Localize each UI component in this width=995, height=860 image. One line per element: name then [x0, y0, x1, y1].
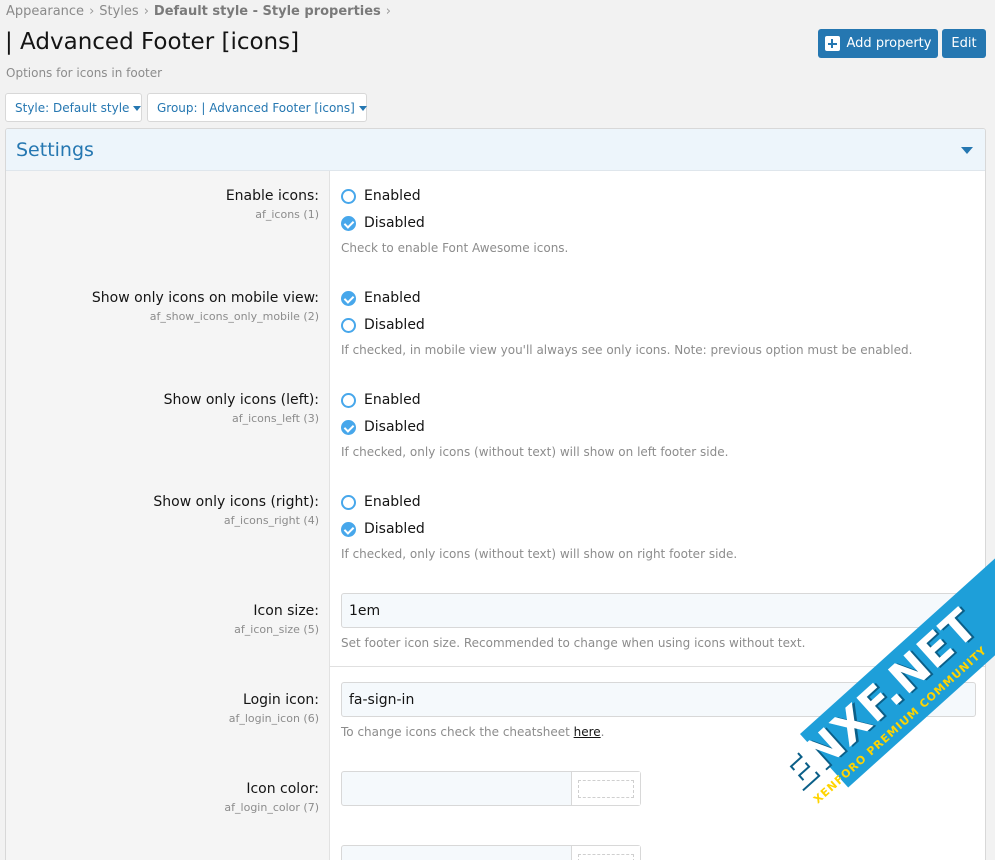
radio-label: Disabled	[364, 521, 425, 537]
breadcrumb-separator: ›	[385, 4, 391, 19]
radio-unchecked-icon	[341, 317, 356, 333]
property-explain: To change icons check the cheatsheet her…	[341, 725, 605, 739]
property-hint: af_icons_left (3)	[231, 412, 319, 425]
add-property-button[interactable]: Add property	[818, 29, 938, 58]
style-filter-label: Style: Default style	[15, 100, 130, 115]
page-description: Options for icons in footer	[6, 66, 163, 80]
radio-label: Enabled	[364, 392, 421, 408]
property-label-enable-icons: Enable icons: af_icons (1)	[226, 188, 319, 221]
icon-color-input[interactable]	[341, 771, 641, 806]
property-hint: af_icons_right (4)	[223, 514, 319, 527]
breadcrumb-separator: ›	[143, 4, 149, 19]
icon-size-input[interactable]: 1em	[341, 593, 976, 628]
property-explain: If checked, in mobile view you'll always…	[341, 343, 913, 357]
radio-enable-icons-disabled[interactable]: Disabled	[341, 215, 425, 231]
property-title: Show only icons (right):	[153, 494, 319, 510]
color-value-field[interactable]	[342, 772, 571, 805]
radio-icons-left-enabled[interactable]: Enabled	[341, 392, 421, 408]
caret-down-icon	[133, 105, 142, 111]
radio-checked-icon	[341, 215, 356, 231]
style-filter-dropdown[interactable]: Style: Default style	[5, 93, 142, 122]
radio-mobile-icons-enabled[interactable]: Enabled	[341, 290, 421, 306]
property-title: Show only icons on mobile view:	[91, 290, 319, 306]
radio-icons-right-enabled[interactable]: Enabled	[341, 494, 421, 510]
property-explain: If checked, only icons (without text) wi…	[341, 445, 729, 459]
property-explain: Set footer icon size. Recommended to cha…	[341, 636, 806, 650]
property-label-icon-color: Icon color: af_login_color (7)	[224, 781, 319, 814]
explain-text: To change icons check the cheatsheet	[341, 725, 574, 739]
radio-icons-left-disabled[interactable]: Disabled	[341, 419, 425, 435]
property-title: Icon size:	[253, 603, 319, 619]
next-color-input[interactable]	[341, 845, 641, 860]
edit-button[interactable]: Edit	[942, 29, 986, 58]
explain-text: .	[600, 725, 605, 739]
property-hint: af_show_icons_only_mobile (2)	[149, 310, 319, 323]
property-title: Login icon:	[243, 692, 319, 708]
add-property-label: Add property	[846, 36, 932, 51]
collapse-toggle-icon[interactable]	[961, 147, 973, 154]
radio-icons-right-disabled[interactable]: Disabled	[341, 521, 425, 537]
group-filter-label: Group: | Advanced Footer [icons]	[157, 100, 355, 115]
radio-unchecked-icon	[341, 188, 356, 204]
radio-label: Enabled	[364, 188, 421, 204]
color-picker-button[interactable]	[571, 772, 640, 805]
property-label-icons-left: Show only icons (left): af_icons_left (3…	[164, 392, 319, 425]
property-title: Show only icons (left):	[163, 392, 319, 408]
radio-label: Disabled	[364, 215, 425, 231]
login-icon-input[interactable]: fa-sign-in	[341, 682, 976, 717]
property-title: Enable icons:	[225, 188, 319, 204]
radio-unchecked-icon	[341, 392, 356, 408]
breadcrumb: Appearance › Styles › Default style - Style …	[6, 4, 396, 19]
radio-checked-icon	[341, 419, 356, 435]
property-hint: af_login_icon (6)	[228, 712, 319, 725]
property-label-icons-right: Show only icons (right): af_icons_right …	[153, 494, 319, 527]
property-hint: af_login_color (7)	[224, 801, 319, 814]
settings-block: Settings Enable icons: af_icons (1) Enab…	[5, 128, 986, 860]
property-label-mobile-icons: Show only icons on mobile view: af_show_…	[92, 290, 319, 323]
property-explain: Check to enable Font Awesome icons.	[341, 241, 569, 255]
breadcrumb-separator: ›	[89, 4, 95, 19]
radio-label: Disabled	[364, 419, 425, 435]
cheatsheet-link[interactable]: here	[574, 725, 601, 739]
page-title: | Advanced Footer [icons]	[5, 29, 300, 55]
radio-mobile-icons-disabled[interactable]: Disabled	[341, 317, 425, 333]
radio-checked-icon	[341, 521, 356, 537]
settings-title: Settings	[16, 138, 94, 161]
plus-square-icon	[824, 36, 840, 51]
property-title: Icon color:	[246, 781, 319, 797]
breadcrumb-style-properties[interactable]: Default style - Style properties	[154, 4, 381, 19]
property-label-login-icon: Login icon: af_login_icon (6)	[229, 692, 319, 725]
radio-label: Enabled	[364, 290, 421, 306]
radio-unchecked-icon	[341, 494, 356, 510]
row-divider	[330, 666, 985, 667]
color-swatch	[578, 853, 634, 860]
radio-enable-icons-enabled[interactable]: Enabled	[341, 188, 421, 204]
radio-label: Disabled	[364, 317, 425, 333]
radio-checked-icon	[341, 290, 356, 306]
radio-label: Enabled	[364, 494, 421, 510]
breadcrumb-appearance[interactable]: Appearance	[6, 4, 84, 19]
property-hint: af_icons (1)	[255, 208, 319, 221]
property-explain: If checked, only icons (without text) wi…	[341, 547, 738, 561]
group-filter-dropdown[interactable]: Group: | Advanced Footer [icons]	[147, 93, 367, 122]
color-swatch	[578, 779, 634, 798]
property-label-icon-size: Icon size: af_icon_size (5)	[234, 603, 319, 636]
property-hint: af_icon_size (5)	[234, 623, 319, 636]
breadcrumb-styles[interactable]: Styles	[99, 4, 138, 19]
color-value-field[interactable]	[342, 846, 571, 860]
settings-header[interactable]: Settings	[6, 129, 985, 171]
color-picker-button[interactable]	[571, 846, 640, 860]
caret-down-icon	[358, 105, 367, 111]
